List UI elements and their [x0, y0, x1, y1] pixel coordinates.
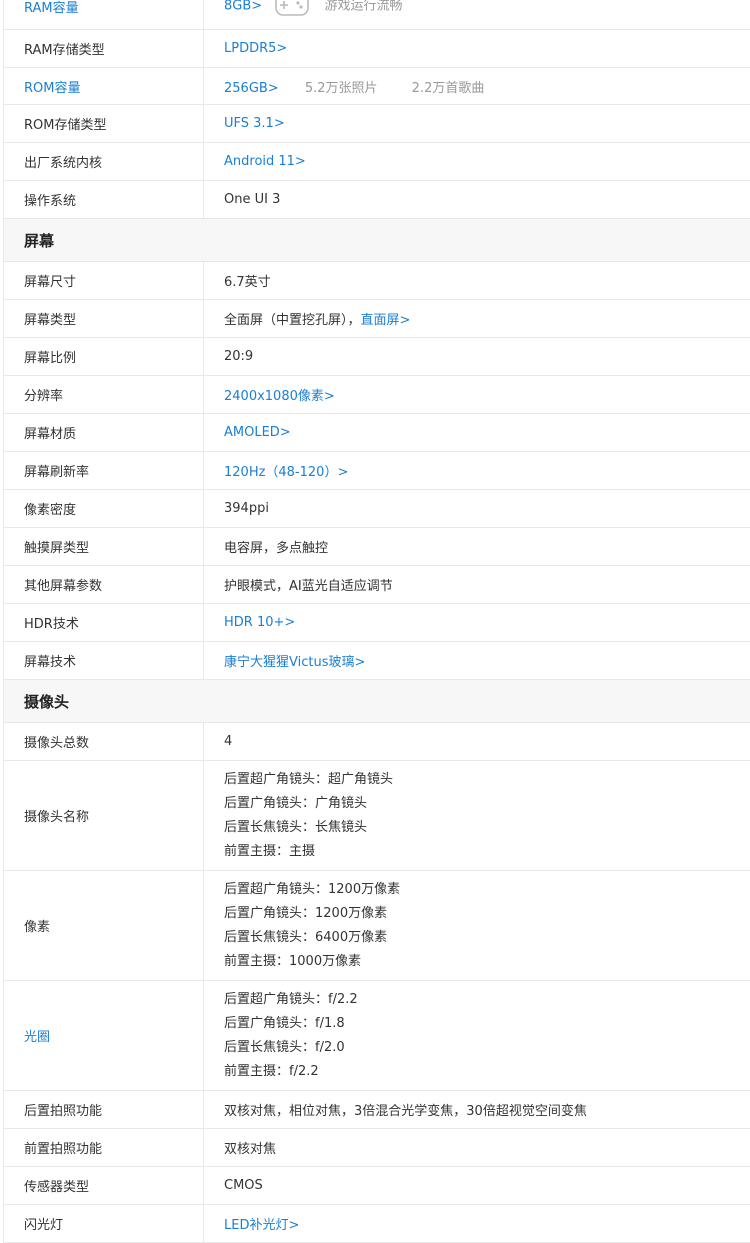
other-screen-label: 其他屏幕参数: [4, 566, 204, 603]
hdr-label: HDR技术: [4, 604, 204, 641]
pixels-value: 后置超广角镜头：1200万像素 后置广角镜头：1200万像素 后置长焦镜头：64…: [204, 871, 400, 981]
rom-type-value[interactable]: UFS 3.1>: [224, 116, 285, 131]
spec-row-screen-ratio: 屏幕比例 20:9: [3, 338, 750, 376]
flash-value[interactable]: LED补光灯>: [224, 1218, 299, 1233]
touch-value: 电容屏，多点触控: [224, 541, 329, 556]
rom-value[interactable]: 256GB>: [224, 81, 279, 96]
aperture-line: 后置广角镜头：f/1.8: [224, 1015, 345, 1031]
screen-tech-label: 屏幕技术: [4, 642, 204, 679]
ram-label[interactable]: RAM容量: [4, 0, 204, 29]
touch-label: 触摸屏类型: [4, 528, 204, 565]
screen-ratio-value: 20:9: [224, 349, 254, 364]
refresh-value[interactable]: 120Hz（48-120）>: [224, 465, 348, 480]
spec-row-pixels: 像素 后置超广角镜头：1200万像素 后置广角镜头：1200万像素 后置长焦镜头…: [3, 871, 750, 981]
camera-count-label: 摄像头总数: [4, 723, 204, 760]
ram-value[interactable]: 8GB>: [224, 0, 262, 14]
spec-row-camera-names: 摄像头名称 后置超广角镜头：超广角镜头 后置广角镜头：广角镜头 后置长焦镜头：长…: [3, 761, 750, 871]
spec-row-aperture: 光圈 后置超广角镜头：f/2.2 后置广角镜头：f/1.8 后置长焦镜头：f/2…: [3, 981, 750, 1091]
flash-label: 闪光灯: [4, 1205, 204, 1242]
spec-table: RAM容量 8GB> 游戏运行流畅 RAM存储类型 LPDDR5> ROM容量 …: [3, 0, 750, 1243]
rom-extra-songs: 2.2万首歌曲: [411, 80, 485, 96]
spec-row-touch: 触摸屏类型 电容屏，多点触控: [3, 528, 750, 566]
aperture-line: 后置超广角镜头：f/2.2: [224, 991, 358, 1007]
spec-row-ram-type: RAM存储类型 LPDDR5>: [3, 30, 750, 68]
rear-function-value: 双核对焦，相位对焦，3倍混合光学变焦，30倍超视觉空间变焦: [224, 1104, 587, 1119]
front-function-value: 双核对焦: [224, 1142, 277, 1157]
spec-row-flash: 闪光灯 LED补光灯>: [3, 1205, 750, 1243]
hdr-value[interactable]: HDR 10+>: [224, 615, 295, 630]
resolution-value[interactable]: 2400x1080像素>: [224, 389, 335, 404]
spec-row-resolution: 分辨率 2400x1080像素>: [3, 376, 750, 414]
section-title-screen: 屏幕: [3, 219, 750, 262]
pixels-label: 像素: [4, 871, 204, 980]
gamepad-icon: [274, 0, 310, 22]
aperture-line: 前置主摄：f/2.2: [224, 1063, 319, 1079]
camera-names-label: 摄像头名称: [4, 761, 204, 870]
spec-row-rom-type: ROM存储类型 UFS 3.1>: [3, 105, 750, 143]
aperture-value: 后置超广角镜头：f/2.2 后置广角镜头：f/1.8 后置长焦镜头：f/2.0 …: [204, 981, 358, 1091]
material-value[interactable]: AMOLED>: [224, 425, 291, 440]
density-label: 像素密度: [4, 490, 204, 527]
spec-row-sensor: 传感器类型 CMOS: [3, 1167, 750, 1205]
camera-name-line: 后置广角镜头：广角镜头: [224, 795, 368, 811]
camera-names-value: 后置超广角镜头：超广角镜头 后置广角镜头：广角镜头 后置长焦镜头：长焦镜头 前置…: [204, 761, 393, 871]
density-value: 394ppi: [224, 501, 269, 516]
screen-type-label: 屏幕类型: [4, 300, 204, 337]
pixels-line: 前置主摄：1000万像素: [224, 953, 362, 969]
spec-row-rear-function: 后置拍照功能 双核对焦，相位对焦，3倍混合光学变焦，30倍超视觉空间变焦: [3, 1091, 750, 1129]
camera-name-line: 后置超广角镜头：超广角镜头: [224, 771, 394, 787]
screen-size-value: 6.7英寸: [224, 275, 271, 290]
spec-row-screen-type: 屏幕类型 全面屏（中置挖孔屏），直面屏>: [3, 300, 750, 338]
camera-count-value: 4: [224, 734, 233, 749]
pixels-line: 后置广角镜头：1200万像素: [224, 905, 388, 921]
refresh-label: 屏幕刷新率: [4, 452, 204, 489]
spec-row-front-function: 前置拍照功能 双核对焦: [3, 1129, 750, 1167]
spec-row-density: 像素密度 394ppi: [3, 490, 750, 528]
ram-type-label: RAM存储类型: [4, 30, 204, 67]
ram-type-value[interactable]: LPDDR5>: [224, 41, 287, 56]
spec-row-ram: RAM容量 8GB> 游戏运行流畅: [3, 0, 750, 30]
spec-row-camera-count: 摄像头总数 4: [3, 723, 750, 761]
section-title-camera: 摄像头: [3, 680, 750, 723]
resolution-label: 分辨率: [4, 376, 204, 413]
screen-ratio-label: 屏幕比例: [4, 338, 204, 375]
camera-name-line: 前置主摄：主摄: [224, 843, 316, 859]
spec-row-hdr: HDR技术 HDR 10+>: [3, 604, 750, 642]
spec-row-screen-size: 屏幕尺寸 6.7英寸: [3, 262, 750, 300]
screen-size-label: 屏幕尺寸: [4, 262, 204, 299]
spec-row-os: 操作系统 One UI 3: [3, 181, 750, 219]
sensor-label: 传感器类型: [4, 1167, 204, 1204]
pixels-line: 后置长焦镜头：6400万像素: [224, 929, 388, 945]
spec-row-screen-tech: 屏幕技术 康宁大猩猩Victus玻璃>: [3, 642, 750, 680]
spec-row-material: 屏幕材质 AMOLED>: [3, 414, 750, 452]
kernel-value[interactable]: Android 11>: [224, 154, 306, 169]
ram-extra: 游戏运行流畅: [324, 0, 403, 14]
screen-type-value: 全面屏（中置挖孔屏），: [224, 313, 361, 328]
material-label: 屏幕材质: [4, 414, 204, 451]
os-value: One UI 3: [224, 192, 281, 207]
screen-tech-value[interactable]: 康宁大猩猩Victus玻璃>: [224, 655, 365, 670]
rom-type-label: ROM存储类型: [4, 105, 204, 142]
front-function-label: 前置拍照功能: [4, 1129, 204, 1166]
kernel-label: 出厂系统内核: [4, 143, 204, 180]
sensor-value: CMOS: [224, 1178, 263, 1193]
rear-function-label: 后置拍照功能: [4, 1091, 204, 1128]
spec-row-kernel: 出厂系统内核 Android 11>: [3, 143, 750, 181]
spec-row-refresh: 屏幕刷新率 120Hz（48-120）>: [3, 452, 750, 490]
rom-label[interactable]: ROM容量: [4, 68, 204, 104]
camera-name-line: 后置长焦镜头：长焦镜头: [224, 819, 368, 835]
aperture-line: 后置长焦镜头：f/2.0: [224, 1039, 345, 1055]
rom-extra-photos: 5.2万张照片: [304, 80, 378, 96]
aperture-label[interactable]: 光圈: [4, 981, 204, 1090]
screen-type-link[interactable]: 直面屏>: [361, 313, 411, 328]
os-label: 操作系统: [4, 181, 204, 218]
other-screen-value: 护眼模式，AI蓝光自适应调节: [224, 579, 393, 594]
pixels-line: 后置超广角镜头：1200万像素: [224, 881, 401, 897]
spec-row-rom: ROM容量 256GB> 5.2万张照片 2.2万首歌曲: [3, 68, 750, 105]
spec-row-other-screen: 其他屏幕参数 护眼模式，AI蓝光自适应调节: [3, 566, 750, 604]
